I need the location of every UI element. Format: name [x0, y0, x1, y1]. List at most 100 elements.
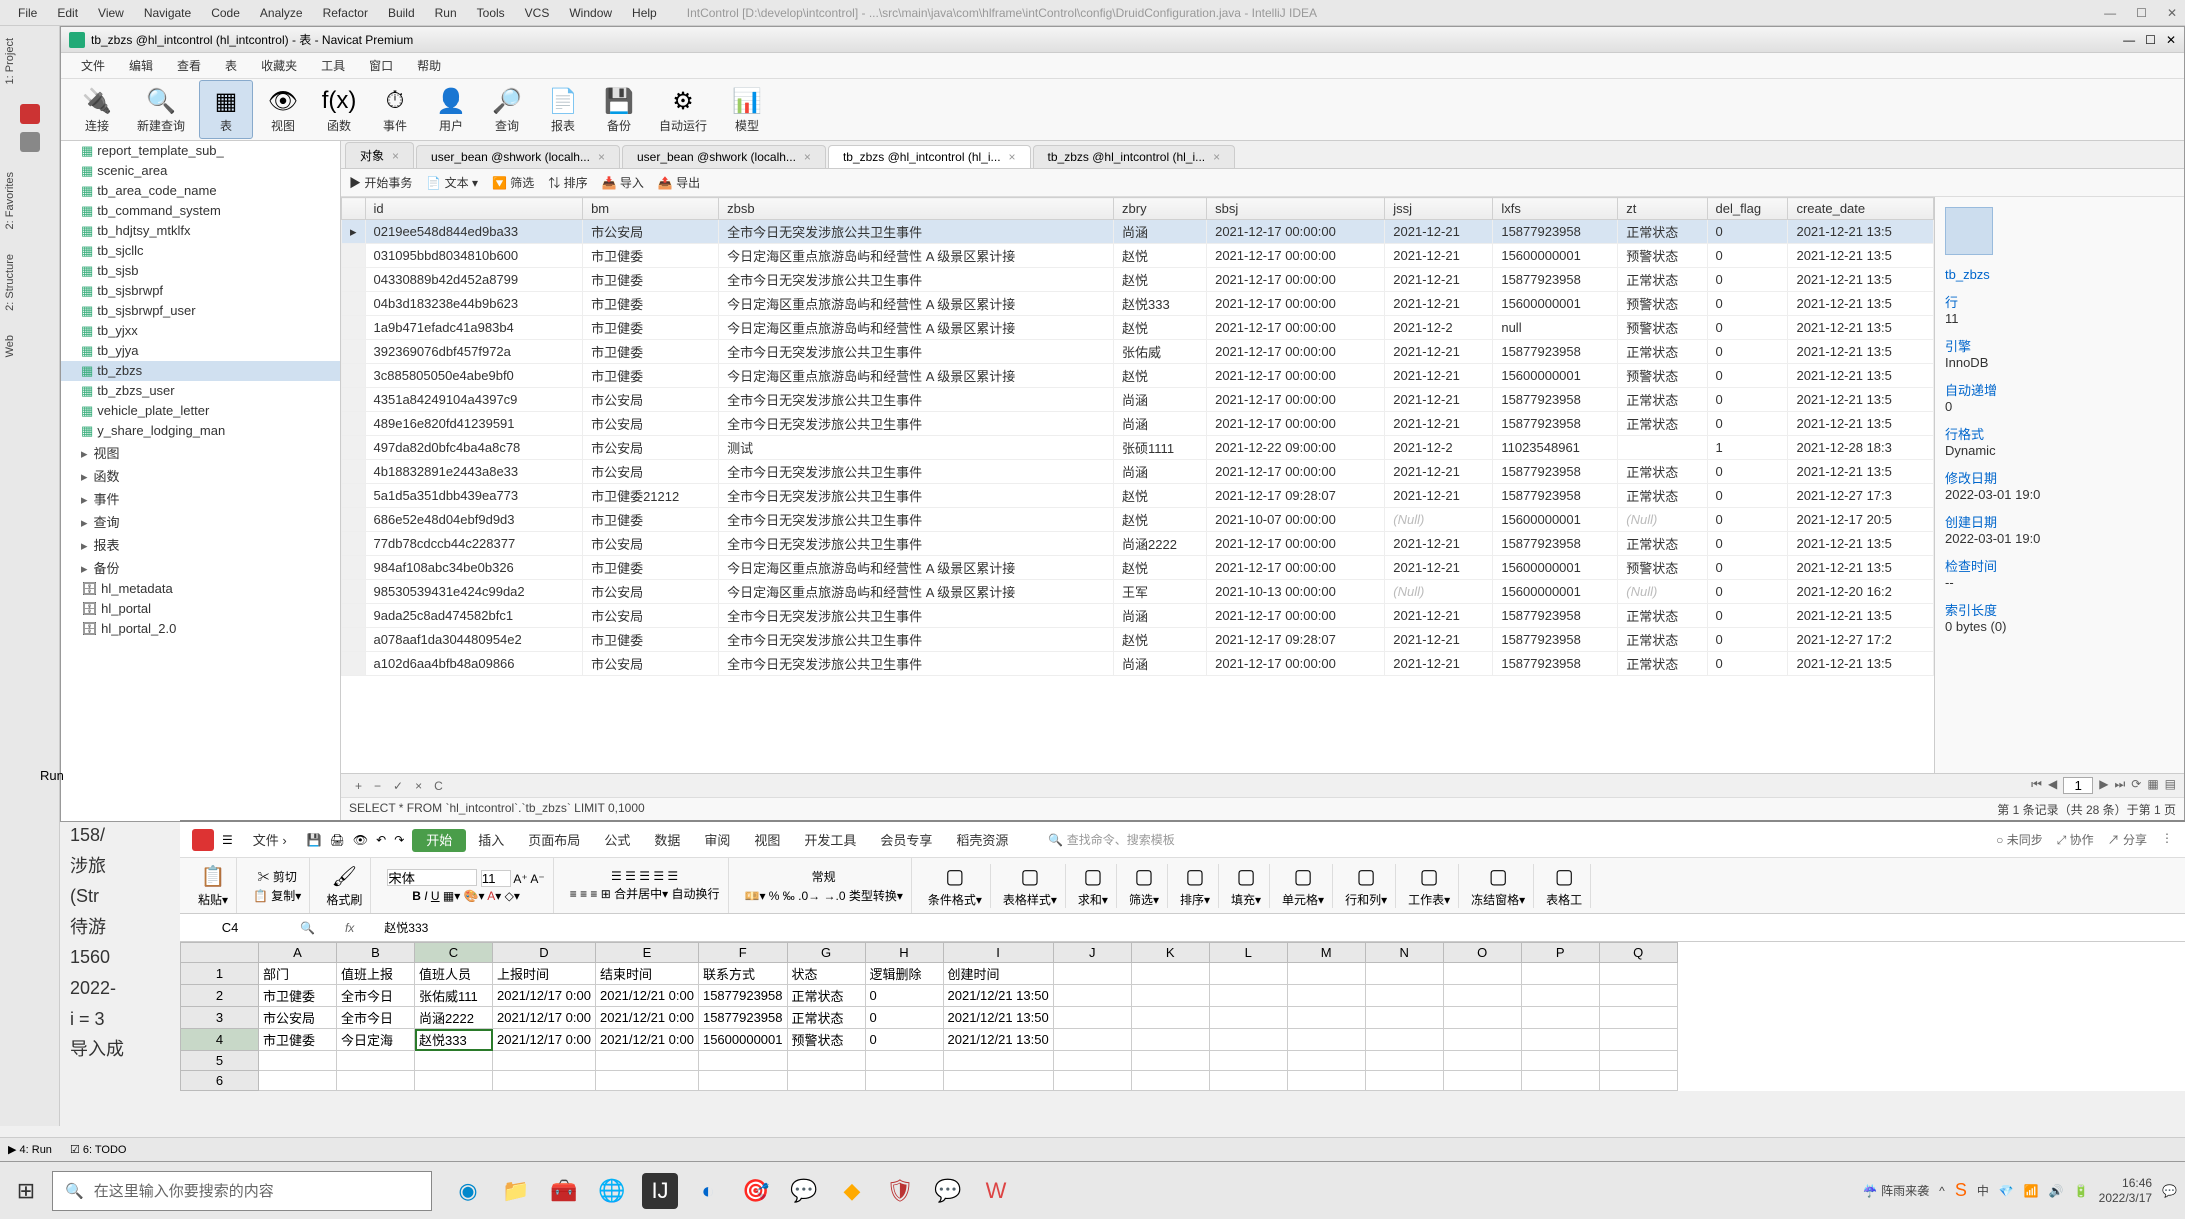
ij-menu-analyze[interactable]: Analyze: [250, 6, 313, 20]
sheet-row[interactable]: 1部门值班上报值班人员上报时间结束时间联系方式状态逻辑删除创建时间: [181, 963, 1678, 985]
column-header[interactable]: zt: [1618, 198, 1707, 220]
paste-icon[interactable]: 📋: [201, 864, 226, 889]
table-row[interactable]: 9ada25c8ad474582bfc1市公安局全市今日无突发涉旅公共卫生事件尚…: [342, 604, 1934, 628]
zoom-icon[interactable]: 🔍: [300, 921, 315, 935]
cell[interactable]: 0: [865, 985, 943, 1007]
tree-item[interactable]: tb_yjxx: [61, 321, 340, 341]
ribbon-group[interactable]: ▢填充▾: [1223, 864, 1270, 908]
row-header[interactable]: 1: [181, 963, 259, 985]
table-row[interactable]: 4351a84249104a4397c9市公安局全市今日无突发涉旅公共卫生事件尚…: [342, 388, 1934, 412]
table-row[interactable]: 984af108abc34be0b326市卫健委今日定海区重点旅游岛屿和经营性 …: [342, 556, 1934, 580]
tree-item[interactable]: tb_zbzs_user: [61, 381, 340, 401]
wps-search[interactable]: 🔍 查找命令、搜索模板: [1048, 831, 1174, 848]
notifications-icon[interactable]: 💬: [2162, 1184, 2177, 1198]
table-row[interactable]: ▸ 0219ee548d844ed9ba33市公安局全市今日无突发涉旅公共卫生事…: [342, 220, 1934, 244]
last-page-icon[interactable]: ⏭: [2114, 777, 2125, 794]
minimize-icon[interactable]: —: [2123, 33, 2135, 47]
cell[interactable]: [1521, 1051, 1599, 1071]
cell-reference[interactable]: [190, 920, 270, 935]
column-header[interactable]: zbsb: [719, 198, 1114, 220]
editor-tab[interactable]: tb_zbzs @hl_intcontrol (hl_i...×: [1033, 145, 1236, 168]
more-icon[interactable]: ⋮: [2161, 831, 2173, 848]
cell[interactable]: [943, 1051, 1053, 1071]
ribbon-group[interactable]: ▢条件格式▾: [920, 864, 991, 908]
cell[interactable]: [1287, 1071, 1365, 1091]
cell[interactable]: [1599, 1051, 1677, 1071]
grid-action[interactable]: ⇅ 排序: [548, 174, 587, 191]
cell[interactable]: 2021/12/21 13:50: [943, 985, 1053, 1007]
bold-button[interactable]: B: [412, 889, 421, 903]
cell[interactable]: [595, 1071, 698, 1091]
table-row[interactable]: 3c885805050e4abe9bf0市卫健委今日定海区重点旅游岛屿和经营性 …: [342, 364, 1934, 388]
cell[interactable]: 15600000001: [698, 1029, 787, 1051]
column-header[interactable]: sbsj: [1207, 198, 1385, 220]
cell[interactable]: 值班上报: [337, 963, 415, 985]
tree-item[interactable]: y_share_lodging_man: [61, 421, 340, 441]
cell[interactable]: [1365, 963, 1443, 985]
tree-item[interactable]: 报表: [61, 533, 340, 556]
explorer-icon[interactable]: 📁: [498, 1173, 534, 1209]
table-row[interactable]: 1a9b471efadc41a983b4市卫健委今日定海区重点旅游岛屿和经营性 …: [342, 316, 1934, 340]
cell[interactable]: [698, 1051, 787, 1071]
col-header[interactable]: J: [1053, 943, 1131, 963]
cell[interactable]: [1209, 1071, 1287, 1091]
cell[interactable]: [1287, 1007, 1365, 1029]
col-header[interactable]: P: [1521, 943, 1599, 963]
cell[interactable]: [1521, 963, 1599, 985]
nav-menu[interactable]: 收藏夹: [249, 57, 309, 74]
sogou-icon[interactable]: S: [1955, 1180, 1967, 1201]
tree-item[interactable]: tb_sjsbrwpf_user: [61, 301, 340, 321]
cell[interactable]: 2021/12/21 13:50: [943, 1007, 1053, 1029]
cell[interactable]: [1287, 985, 1365, 1007]
grid-edit-button[interactable]: C: [428, 779, 449, 793]
close-tab-icon[interactable]: ×: [804, 150, 811, 164]
cell[interactable]: 2021/12/21 0:00: [595, 1007, 698, 1029]
wps-file-menu[interactable]: 文件 ›: [241, 830, 299, 849]
ij-menu-view[interactable]: View: [88, 6, 134, 20]
table-row[interactable]: 489e16e820fd41239591市公安局全市今日无突发涉旅公共卫生事件尚…: [342, 412, 1934, 436]
cell[interactable]: [1365, 985, 1443, 1007]
cell[interactable]: [415, 1071, 493, 1091]
tree-item[interactable]: tb_sjcllc: [61, 241, 340, 261]
tree-item[interactable]: 备份: [61, 556, 340, 579]
cell[interactable]: [1521, 1071, 1599, 1091]
editor-tab[interactable]: user_bean @shwork (localh...×: [416, 145, 620, 168]
cell[interactable]: [1209, 1029, 1287, 1051]
cell[interactable]: [1209, 1051, 1287, 1071]
ribbon-group[interactable]: ▢表格样式▾: [995, 864, 1066, 908]
nav-menu[interactable]: 编辑: [117, 57, 165, 74]
wps-tab-1[interactable]: 插入: [466, 833, 516, 848]
close-tab-icon[interactable]: ×: [1009, 150, 1016, 164]
ribbon-group[interactable]: ▢求和▾: [1070, 864, 1117, 908]
cell[interactable]: [865, 1051, 943, 1071]
ribbon-group[interactable]: ▢冻结窗格▾: [1463, 864, 1534, 908]
cell[interactable]: [1443, 1051, 1521, 1071]
volume-icon[interactable]: 🔊: [2049, 1184, 2064, 1198]
cell[interactable]: 2021/12/17 0:00: [493, 1007, 596, 1029]
tree-item[interactable]: tb_yjya: [61, 341, 340, 361]
cell[interactable]: [493, 1051, 596, 1071]
cell[interactable]: [1053, 1051, 1131, 1071]
table-row[interactable]: 5a1d5a351dbb439ea773市卫健委21212全市今日无突发涉旅公共…: [342, 484, 1934, 508]
cell[interactable]: [1443, 963, 1521, 985]
cell[interactable]: 全市今日: [337, 985, 415, 1007]
cell[interactable]: [1443, 1007, 1521, 1029]
cut-button[interactable]: ✂ 剪切: [258, 868, 297, 885]
sheet-row[interactable]: 5: [181, 1051, 1678, 1071]
grid-action[interactable]: 📄 文本 ▾: [426, 174, 478, 191]
ij-menu-file[interactable]: File: [8, 6, 47, 20]
cell[interactable]: [1365, 1007, 1443, 1029]
cell[interactable]: [415, 1051, 493, 1071]
cell[interactable]: [1053, 1071, 1131, 1091]
cell[interactable]: 2021/12/21 13:50: [943, 1029, 1053, 1051]
object-tree[interactable]: report_template_sub_scenic_areatb_area_c…: [61, 141, 341, 821]
cell[interactable]: [1599, 1029, 1677, 1051]
network-icon[interactable]: 📶: [2024, 1184, 2039, 1198]
toolbar-自动运行[interactable]: ⚙ 自动运行: [649, 81, 717, 138]
ij-menu-edit[interactable]: Edit: [47, 6, 88, 20]
nav-menu[interactable]: 查看: [165, 57, 213, 74]
row-header[interactable]: 2: [181, 985, 259, 1007]
col-header[interactable]: L: [1209, 943, 1287, 963]
cell[interactable]: 15877923958: [698, 985, 787, 1007]
cell[interactable]: [865, 1071, 943, 1091]
